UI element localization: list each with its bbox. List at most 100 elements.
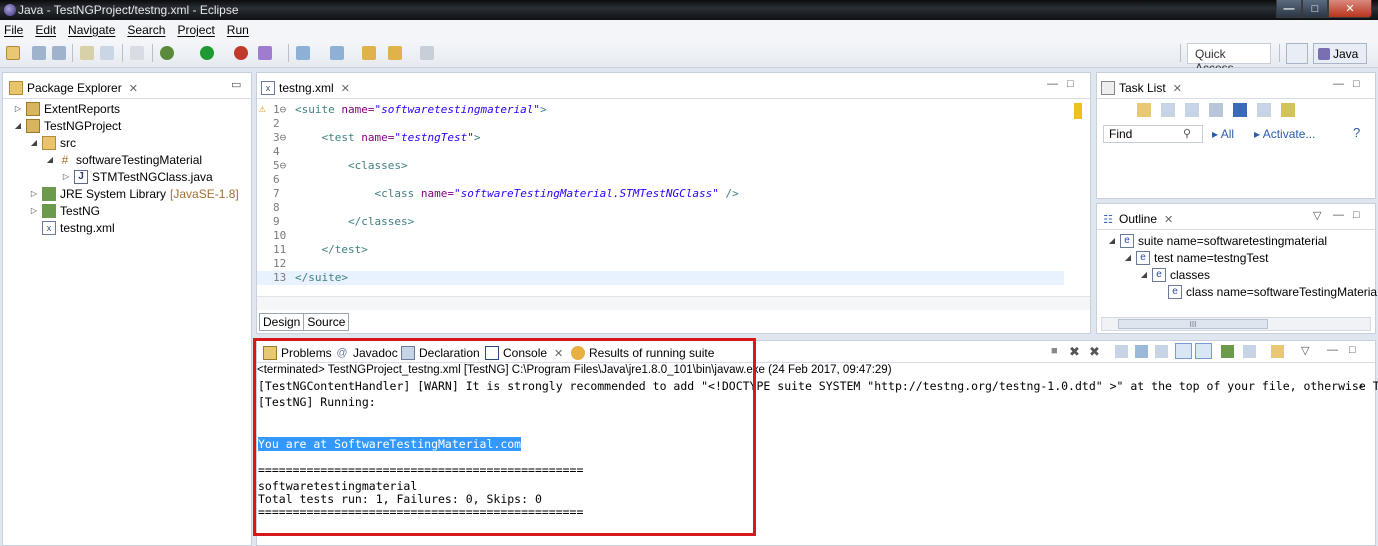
tab-testng-xml[interactable]: x testng.xml ✕ — [261, 78, 350, 98]
maximize-button[interactable]: □ — [1302, 0, 1328, 18]
collapse-icon[interactable]: ◢ — [1123, 253, 1133, 262]
skip-breakpoints-icon[interactable] — [130, 46, 144, 60]
focus-icon[interactable] — [1257, 103, 1271, 117]
menu-project[interactable]: Project — [177, 23, 214, 37]
close-icon[interactable]: ✕ — [1164, 213, 1173, 226]
maximize-view-icon[interactable]: □ — [1353, 209, 1360, 221]
expand-icon[interactable]: ▷ — [13, 104, 23, 113]
close-icon[interactable]: ✕ — [1173, 82, 1182, 95]
maximize-view-icon[interactable]: □ — [1353, 78, 1360, 90]
run-icon[interactable] — [200, 46, 214, 60]
view-menu-icon[interactable]: ▽ — [1301, 344, 1309, 357]
scrollbar-thumb[interactable]: III — [1118, 319, 1268, 329]
menu-edit[interactable]: Edit — [35, 23, 56, 37]
tab-javadoc[interactable]: @ Javadoc — [335, 343, 397, 363]
tree-item-testngproject[interactable]: ◢ TestNGProject — [13, 117, 121, 134]
menu-search[interactable]: Search — [127, 23, 165, 37]
minimize-view-icon[interactable]: — — [1327, 344, 1338, 356]
code-line[interactable]: 9 </classes> — [257, 215, 1064, 229]
minimize-view-icon[interactable]: ▭ — [231, 78, 241, 91]
quick-access-input[interactable]: Quick Access — [1187, 43, 1271, 75]
menu-file[interactable]: File — [4, 23, 23, 37]
show-console-on-output-icon[interactable] — [1175, 343, 1192, 359]
activate-link[interactable]: ▸ Activate... — [1254, 127, 1315, 141]
tab-declaration[interactable]: Declaration — [401, 343, 480, 363]
new-task-icon[interactable] — [1137, 103, 1151, 117]
expand-icon[interactable]: ▷ — [61, 172, 71, 181]
code-line[interactable]: 13 </suite> — [257, 271, 1064, 285]
schedule-icon[interactable] — [1185, 103, 1199, 117]
terminate-icon[interactable]: ■ — [1051, 345, 1058, 357]
tab-package-explorer[interactable]: Package Explorer ✕ — [9, 78, 138, 98]
code-line[interactable]: 4 — [257, 145, 1064, 159]
show-console-on-error-icon[interactable] — [1195, 343, 1212, 359]
all-link[interactable]: ▸ All — [1212, 127, 1234, 141]
display-selected-console-icon[interactable] — [1243, 345, 1256, 358]
minimize-view-icon[interactable]: — — [1333, 209, 1344, 221]
code-line[interactable]: 7 <class name="softwareTesting​Material.… — [257, 187, 1064, 201]
synchronize-icon[interactable] — [1281, 103, 1295, 117]
last-edit-icon[interactable] — [362, 46, 376, 60]
code-line[interactable]: 6 — [257, 173, 1064, 187]
tab-outline[interactable]: ☷ Outline ✕ — [1101, 209, 1173, 229]
coverage-icon[interactable] — [234, 46, 248, 60]
forward-icon[interactable] — [420, 46, 434, 60]
outline-item-class[interactable]: e class name=softwareTestingMateria — [1168, 283, 1377, 300]
code-line[interactable]: 11 </test> — [257, 243, 1064, 257]
code-line[interactable]: 10 — [257, 229, 1064, 243]
collapse-icon[interactable]: ◢ — [45, 155, 55, 164]
menu-run[interactable]: Run — [227, 23, 249, 37]
java-perspective-button[interactable]: Java — [1313, 43, 1367, 64]
tab-results-of-running-suite[interactable]: Results of running suite — [571, 343, 714, 363]
code-line[interactable]: 3⊖ <test name="testngTest"> — [257, 131, 1064, 145]
terminal-icon[interactable] — [100, 46, 114, 60]
expand-icon[interactable]: ▷ — [29, 189, 39, 198]
outline-scrollbar[interactable]: III — [1101, 317, 1371, 331]
next-annotation-icon[interactable] — [296, 46, 310, 60]
tab-source[interactable]: Source — [304, 313, 350, 331]
open-console-icon[interactable] — [1271, 345, 1284, 358]
code-line[interactable]: 5⊖ <classes> — [257, 159, 1064, 173]
code-line[interactable]: 2 — [257, 117, 1064, 131]
code-line[interactable]: 1⊖ <suite name="softwaretestingmaterial"> — [257, 103, 1064, 117]
collapse-all-icon[interactable] — [1233, 103, 1247, 117]
clear-console-icon[interactable] — [1115, 345, 1128, 358]
minimize-view-icon[interactable]: — — [1047, 78, 1058, 90]
code-line[interactable]: 12 — [257, 257, 1064, 271]
collapse-icon[interactable]: ◢ — [13, 121, 23, 130]
outline-item-suite[interactable]: ◢ e suite name=softwaretestingmaterial — [1107, 232, 1327, 249]
help-icon[interactable]: ? — [1353, 125, 1360, 140]
remove-all-terminated-icon[interactable]: ✖ — [1089, 344, 1100, 360]
open-perspective-icon[interactable] — [1286, 43, 1308, 64]
view-menu-icon[interactable]: ▽ — [1313, 209, 1321, 222]
outline-item-test[interactable]: ◢ e test name=testngTest — [1123, 249, 1268, 266]
scroll-lock-icon[interactable] — [1135, 345, 1148, 358]
filter-icon[interactable] — [1209, 103, 1223, 117]
back-icon[interactable] — [388, 46, 402, 60]
minimize-button[interactable]: — — [1276, 0, 1302, 18]
tree-item-package[interactable]: ◢ # softwareTestingMaterial — [45, 151, 202, 168]
save-icon[interactable] — [32, 46, 46, 60]
debug-icon[interactable] — [160, 46, 174, 60]
outline-item-classes[interactable]: ◢ e classes — [1139, 266, 1210, 283]
print-icon[interactable] — [80, 46, 94, 60]
collapse-icon[interactable]: ◢ — [29, 138, 39, 147]
close-icon[interactable]: ✕ — [129, 82, 138, 95]
tree-item-src[interactable]: ◢ src — [29, 134, 76, 151]
new-icon[interactable] — [6, 46, 20, 60]
collapse-icon[interactable]: ◢ — [1107, 236, 1117, 245]
categorize-icon[interactable] — [1161, 103, 1175, 117]
maximize-view-icon[interactable]: □ — [1349, 344, 1356, 356]
maximize-view-icon[interactable]: □ — [1067, 78, 1074, 90]
close-button[interactable]: ✕ — [1328, 0, 1372, 18]
pin-console-icon[interactable] — [1221, 345, 1234, 358]
expand-icon[interactable]: ▷ — [29, 206, 39, 215]
horizontal-scrollbar[interactable] — [257, 296, 1090, 310]
tree-item-java-file[interactable]: ▷ J STMTestNGClass.java — [61, 168, 213, 185]
external-tools-icon[interactable] — [258, 46, 272, 60]
close-icon[interactable]: ✕ — [554, 347, 563, 360]
tree-item-testng-library[interactable]: ▷ TestNG — [29, 202, 100, 219]
tree-item-jre-library[interactable]: ▷ JRE System Library [JavaSE-1.8] — [29, 185, 239, 202]
tree-item-extentreports[interactable]: ▷ ExtentReports — [13, 100, 120, 117]
xml-code-editor[interactable]: ⚠ 1⊖ <suite name="softwaretestingmaterial… — [257, 100, 1064, 285]
